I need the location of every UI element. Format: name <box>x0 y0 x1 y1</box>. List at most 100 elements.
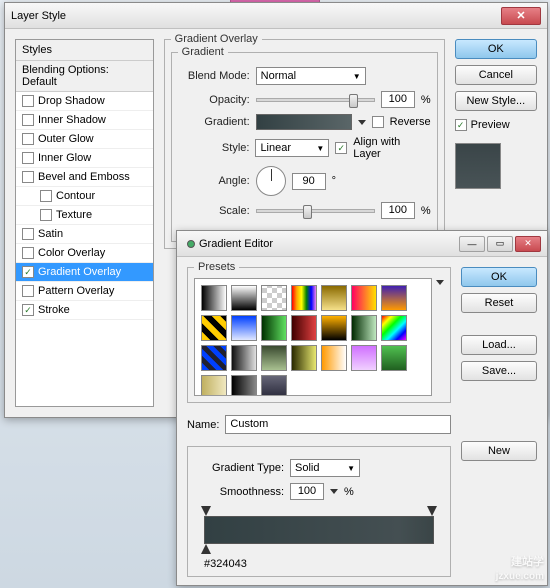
smoothness-dropdown-icon[interactable] <box>330 489 338 494</box>
gradient-type-select[interactable]: Solid▼ <box>290 459 360 477</box>
style-label: Bevel and Emboss <box>38 171 130 183</box>
angle-dial[interactable] <box>256 166 286 196</box>
preset-swatch[interactable] <box>261 285 287 311</box>
chevron-down-icon: ▼ <box>353 72 361 81</box>
preset-swatch[interactable] <box>231 375 257 396</box>
angle-label: Angle: <box>178 175 250 187</box>
style-checkbox[interactable] <box>22 171 34 183</box>
styles-header[interactable]: Styles <box>16 40 153 61</box>
reverse-checkbox[interactable] <box>372 116 384 128</box>
gradient-picker[interactable] <box>256 114 352 130</box>
opacity-unit: % <box>421 94 431 106</box>
blend-mode-select[interactable]: Normal▼ <box>256 67 366 85</box>
style-item-contour[interactable]: Contour <box>16 187 153 206</box>
style-checkbox[interactable] <box>22 152 34 164</box>
preset-swatch[interactable] <box>381 285 407 311</box>
preset-swatch[interactable] <box>321 285 347 311</box>
style-item-pattern-overlay[interactable]: Pattern Overlay <box>16 282 153 301</box>
chevron-down-icon: ▼ <box>316 144 324 153</box>
presets-menu-icon[interactable] <box>436 280 444 285</box>
preview-checkbox[interactable] <box>455 119 467 131</box>
titlebar[interactable]: Gradient Editor — ▭ ✕ <box>177 231 547 257</box>
preset-swatch[interactable] <box>291 345 317 371</box>
blending-options[interactable]: Blending Options: Default <box>16 61 153 92</box>
preset-swatch[interactable] <box>261 315 287 341</box>
style-label: Stroke <box>38 304 70 316</box>
window-title: Gradient Editor <box>199 238 273 250</box>
style-item-outer-glow[interactable]: Outer Glow <box>16 130 153 149</box>
preset-swatch[interactable] <box>201 375 227 396</box>
preset-swatch[interactable] <box>321 315 347 341</box>
sub-panel-title: Gradient <box>178 46 228 58</box>
style-checkbox[interactable] <box>22 266 34 278</box>
preset-swatch[interactable] <box>261 345 287 371</box>
preset-swatch[interactable] <box>291 315 317 341</box>
minimize-button[interactable]: — <box>459 236 485 252</box>
preset-swatch[interactable] <box>321 345 347 371</box>
smoothness-value[interactable]: 100 <box>290 483 324 500</box>
ok-button[interactable]: OK <box>461 267 537 287</box>
style-item-bevel-and-emboss[interactable]: Bevel and Emboss <box>16 168 153 187</box>
style-item-inner-shadow[interactable]: Inner Shadow <box>16 111 153 130</box>
style-checkbox[interactable] <box>22 304 34 316</box>
preset-swatch[interactable] <box>351 315 377 341</box>
style-item-color-overlay[interactable]: Color Overlay <box>16 244 153 263</box>
style-item-texture[interactable]: Texture <box>16 206 153 225</box>
style-checkbox[interactable] <box>22 133 34 145</box>
preset-swatch[interactable] <box>231 345 257 371</box>
style-checkbox[interactable] <box>40 209 52 221</box>
preset-swatch[interactable] <box>201 345 227 371</box>
preset-swatch[interactable] <box>201 315 227 341</box>
angle-value[interactable]: 90 <box>292 173 326 190</box>
style-checkbox[interactable] <box>22 95 34 107</box>
preset-swatch[interactable] <box>381 315 407 341</box>
opacity-stop-right[interactable] <box>427 506 437 516</box>
titlebar[interactable]: Layer Style ✕ <box>5 3 547 29</box>
style-checkbox[interactable] <box>22 114 34 126</box>
style-label: Outer Glow <box>38 133 94 145</box>
preset-swatch[interactable] <box>351 345 377 371</box>
preview-swatch <box>455 143 501 189</box>
save-button[interactable]: Save... <box>461 361 537 381</box>
style-item-inner-glow[interactable]: Inner Glow <box>16 149 153 168</box>
color-stop-left[interactable] <box>201 544 211 554</box>
opacity-slider[interactable] <box>256 98 375 102</box>
close-button[interactable]: ✕ <box>501 7 541 25</box>
scale-slider[interactable] <box>256 209 375 213</box>
style-item-satin[interactable]: Satin <box>16 225 153 244</box>
preset-swatch[interactable] <box>231 315 257 341</box>
gradient-bar[interactable] <box>204 516 434 544</box>
ok-button[interactable]: OK <box>455 39 537 59</box>
gradient-dropdown-icon[interactable] <box>358 120 366 125</box>
chevron-down-icon: ▼ <box>347 464 355 473</box>
style-select[interactable]: Linear▼ <box>255 139 329 157</box>
style-checkbox[interactable] <box>22 228 34 240</box>
reset-button[interactable]: Reset <box>461 293 537 313</box>
preset-swatch[interactable] <box>261 375 287 396</box>
align-checkbox[interactable] <box>335 142 347 154</box>
new-button[interactable]: New <box>461 441 537 461</box>
scale-label: Scale: <box>178 205 250 217</box>
style-checkbox[interactable] <box>22 285 34 297</box>
style-checkbox[interactable] <box>22 247 34 259</box>
preset-swatch[interactable] <box>201 285 227 311</box>
opacity-stop-left[interactable] <box>201 506 211 516</box>
style-label: Inner Glow <box>38 152 91 164</box>
opacity-value[interactable]: 100 <box>381 91 415 108</box>
style-checkbox[interactable] <box>40 190 52 202</box>
scale-value[interactable]: 100 <box>381 202 415 219</box>
cancel-button[interactable]: Cancel <box>455 65 537 85</box>
maximize-button[interactable]: ▭ <box>487 236 513 252</box>
close-button[interactable]: ✕ <box>515 236 541 252</box>
preset-swatch[interactable] <box>381 345 407 371</box>
preset-swatch[interactable] <box>291 285 317 311</box>
style-item-gradient-overlay[interactable]: Gradient Overlay <box>16 263 153 282</box>
preset-swatch[interactable] <box>231 285 257 311</box>
new-style-button[interactable]: New Style... <box>455 91 537 111</box>
preset-swatch[interactable] <box>351 285 377 311</box>
load-button[interactable]: Load... <box>461 335 537 355</box>
angle-unit: ° <box>332 175 336 187</box>
style-item-drop-shadow[interactable]: Drop Shadow <box>16 92 153 111</box>
name-input[interactable]: Custom <box>225 415 451 434</box>
style-item-stroke[interactable]: Stroke <box>16 301 153 320</box>
